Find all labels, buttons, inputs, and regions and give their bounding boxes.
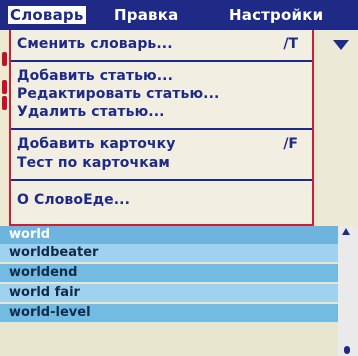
menu-item-label: Сменить словарь... (17, 36, 173, 52)
menu-item-delete-article[interactable]: Удалить статью... (17, 104, 165, 120)
marker (2, 80, 7, 94)
menu-dictionary[interactable]: Словарь (8, 6, 86, 24)
list-item[interactable]: world (0, 226, 340, 244)
dropdown-arrow-icon[interactable] (333, 40, 349, 50)
marker (2, 96, 7, 110)
menu-item-label: Добавить карточку (17, 136, 176, 152)
menu-separator (11, 179, 312, 181)
menu-item-label: Редактировать статью... (17, 86, 220, 102)
menu-item-about[interactable]: О СловоЕде... (17, 192, 130, 208)
menu-item-label: Тест по карточкам (17, 155, 170, 171)
menu-bar: Словарь Правка Настройки (0, 0, 358, 30)
menu-item-card-test[interactable]: Тест по карточкам (17, 155, 170, 171)
menu-separator (11, 128, 312, 130)
menu-item-change-dictionary[interactable]: Сменить словарь... (17, 36, 173, 52)
marker (2, 52, 7, 66)
menu-item-edit-article[interactable]: Редактировать статью... (17, 86, 219, 102)
scroll-up-icon[interactable] (342, 228, 350, 235)
list-item[interactable]: world fair (0, 284, 340, 302)
background-panel (318, 30, 358, 226)
dictionary-menu-dropdown: Сменить словарь... /T Добавить статью...… (9, 30, 314, 226)
menu-item-add-article[interactable]: Добавить статью... (17, 68, 173, 84)
menu-item-add-card[interactable]: Добавить карточку (17, 136, 175, 152)
shortcut-label: /T (283, 36, 298, 52)
menu-settings[interactable]: Настройки (229, 6, 323, 24)
menu-separator (11, 60, 312, 62)
menu-item-label: О СловоЕде... (17, 192, 131, 208)
app-screen: Словарь Правка Настройки Сменить словарь… (0, 0, 358, 356)
scroll-thumb-icon[interactable] (344, 346, 350, 354)
menu-edit[interactable]: Правка (114, 6, 178, 24)
scrollbar[interactable] (338, 226, 358, 356)
menu-item-label: Добавить статью... (17, 68, 174, 84)
list-item[interactable]: world-level (0, 304, 340, 322)
shortcut-label: /F (283, 136, 298, 152)
menu-item-label: Удалить статью... (17, 104, 165, 120)
list-item[interactable]: worldend (0, 264, 340, 282)
left-edge-markers (0, 30, 9, 226)
list-item[interactable]: worldbeater (0, 244, 340, 262)
word-list: world worldbeater worldend world fair wo… (0, 226, 358, 356)
